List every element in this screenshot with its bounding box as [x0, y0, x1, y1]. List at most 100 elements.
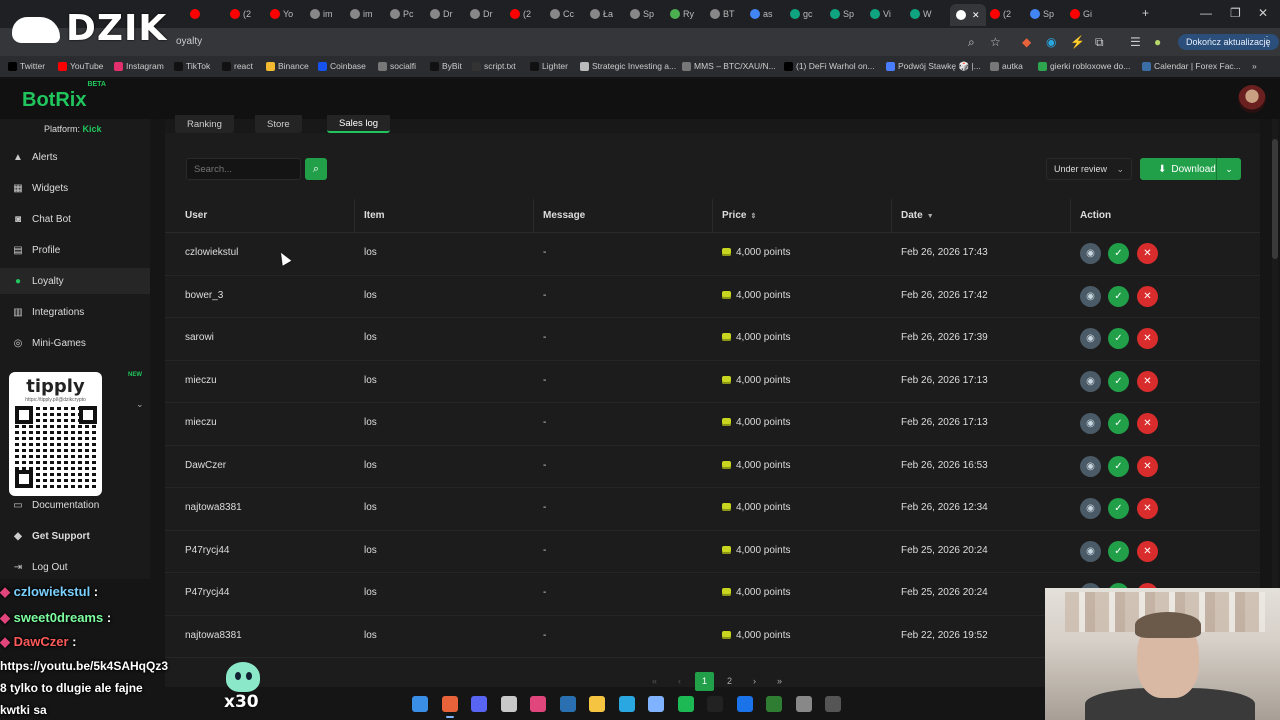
download-options-button[interactable]: ⌄: [1216, 158, 1241, 180]
url-text[interactable]: oyalty: [176, 36, 202, 47]
approve-button[interactable]: ✓: [1108, 455, 1129, 477]
sort-desc-icon[interactable]: ▼: [927, 213, 934, 220]
bookmark-item[interactable]: (1) DeFi Warhol on...: [784, 61, 875, 71]
extensions-puzzle-icon[interactable]: ⧉: [1095, 35, 1104, 50]
sidebar-item-widgets[interactable]: ▦ Widgets: [0, 175, 150, 201]
taskbar-app-icon[interactable]: [648, 696, 664, 712]
browser-tab[interactable]: (2: [230, 6, 251, 22]
bookmark-item[interactable]: MMS – BTC/XAU/N...: [682, 61, 776, 71]
view-button[interactable]: ◉: [1080, 413, 1101, 434]
reading-list-icon[interactable]: ☰: [1130, 35, 1141, 49]
extension-icon[interactable]: ◆: [1022, 35, 1031, 49]
browser-menu-icon[interactable]: ⋮: [1262, 35, 1272, 46]
taskbar-app-icon[interactable]: [618, 696, 635, 712]
browser-tab[interactable]: as: [750, 6, 773, 22]
approve-button[interactable]: ✓: [1108, 540, 1129, 562]
bookmark-item[interactable]: Binance: [266, 61, 309, 71]
reject-button[interactable]: ✕: [1137, 413, 1158, 434]
maximize-button[interactable]: ❐: [1230, 6, 1241, 20]
sort-icon[interactable]: ⇕: [750, 213, 756, 220]
bookmark-item[interactable]: Strategic Investing a...: [580, 61, 676, 71]
taskbar-app-icon[interactable]: [677, 696, 694, 712]
browser-tab[interactable]: Vi: [870, 6, 891, 22]
reject-button[interactable]: ✕: [1137, 540, 1158, 562]
taskbar-app-icon[interactable]: [500, 696, 517, 712]
reject-button[interactable]: ✕: [1137, 328, 1158, 349]
taskbar-app-icon[interactable]: [825, 696, 841, 712]
first-page-button[interactable]: «: [645, 672, 664, 691]
bookmark-item[interactable]: Coinbase: [318, 61, 366, 71]
chevron-down-icon[interactable]: ⌄: [136, 399, 144, 410]
browser-tab[interactable]: im: [350, 6, 373, 22]
browser-tab[interactable]: Ła: [590, 6, 613, 22]
taskbar-app-icon[interactable]: [559, 696, 576, 712]
taskbar-app-icon[interactable]: [795, 696, 812, 712]
view-button[interactable]: ◉: [1080, 540, 1101, 562]
close-window-button[interactable]: ✕: [1258, 6, 1268, 20]
view-button[interactable]: ◉: [1080, 285, 1101, 307]
bookmark-item[interactable]: Instagram: [114, 61, 164, 71]
minimize-button[interactable]: —: [1200, 6, 1212, 20]
more-bookmarks-icon[interactable]: »: [1252, 61, 1257, 71]
taskbar-app-icon[interactable]: [736, 696, 753, 712]
browser-tab[interactable]: BT: [710, 6, 735, 22]
approve-button[interactable]: ✓: [1108, 498, 1129, 519]
reject-button[interactable]: ✕: [1137, 498, 1158, 519]
sidebar-item-mini-games[interactable]: ◎ Mini-Games: [0, 330, 150, 356]
taskbar-app-icon[interactable]: [707, 696, 723, 712]
new-tab-button[interactable]: +: [1142, 6, 1149, 20]
bookmark-item[interactable]: gierki robloxowe do...: [1038, 61, 1130, 71]
sidebar-item-alerts[interactable]: ▲ Alerts: [0, 144, 150, 170]
browser-tab[interactable]: Yo: [270, 6, 293, 22]
browser-tab[interactable]: ✕: [950, 4, 986, 26]
view-button[interactable]: ◉: [1080, 498, 1101, 519]
approve-button[interactable]: ✓: [1108, 413, 1129, 434]
page-2-button[interactable]: 2: [720, 672, 739, 691]
sidebar-item-integrations[interactable]: ▥ Integrations: [0, 299, 150, 325]
bookmark-item[interactable]: Lighter: [530, 61, 568, 71]
tab-sales-log[interactable]: Sales log: [327, 115, 391, 133]
view-button[interactable]: ◉: [1080, 328, 1101, 349]
bookmark-item[interactable]: script.txt: [472, 61, 516, 71]
search-input[interactable]: [186, 158, 301, 180]
extension-icon[interactable]: ◉: [1046, 35, 1056, 49]
browser-tab[interactable]: Sp: [830, 6, 854, 22]
download-button[interactable]: ⬇ Download ⌄: [1140, 158, 1241, 180]
sidebar-item-loyalty[interactable]: ● Loyalty: [0, 268, 150, 294]
bookmark-item[interactable]: YouTube: [58, 61, 103, 71]
avatar[interactable]: [1238, 85, 1266, 113]
browser-tab[interactable]: W: [910, 6, 932, 22]
column-header-date[interactable]: Date ▼: [901, 210, 934, 221]
browser-tab[interactable]: Pc: [390, 6, 414, 22]
next-page-button[interactable]: ›: [745, 672, 764, 691]
bookmark-star-icon[interactable]: ☆: [990, 35, 1001, 49]
zoom-icon[interactable]: ⌕: [968, 35, 975, 50]
bookmark-item[interactable]: socialfi: [378, 61, 416, 71]
bookmark-item[interactable]: autka: [990, 61, 1023, 71]
approve-button[interactable]: ✓: [1108, 328, 1129, 349]
column-header-price[interactable]: Price ⇕: [722, 210, 756, 221]
taskbar-app-icon[interactable]: [766, 696, 782, 712]
bookmark-item[interactable]: react: [222, 61, 253, 71]
tab-ranking[interactable]: Ranking: [175, 115, 234, 133]
browser-tab[interactable]: Gi: [1070, 6, 1092, 22]
page-1-button[interactable]: 1: [695, 671, 714, 691]
close-tab-icon[interactable]: ✕: [972, 10, 980, 21]
search-button[interactable]: ⌕: [305, 158, 327, 180]
extension-icon[interactable]: ⚡: [1070, 35, 1085, 49]
bookmark-item[interactable]: TikTok: [174, 61, 210, 71]
browser-tab[interactable]: Sp: [630, 6, 654, 22]
profile-icon[interactable]: ●: [1154, 35, 1161, 49]
browser-tab[interactable]: (2: [510, 6, 531, 22]
approve-button[interactable]: ✓: [1108, 285, 1129, 307]
bookmark-item[interactable]: Podwój Stawkę 🎲 |...: [886, 61, 981, 72]
browser-tab[interactable]: im: [310, 6, 333, 22]
taskbar-app-icon[interactable]: [412, 696, 428, 712]
sidebar-item-log-out[interactable]: ⇥ Log Out: [0, 554, 150, 580]
approve-button[interactable]: ✓: [1108, 243, 1129, 264]
last-page-button[interactable]: »: [770, 672, 789, 691]
browser-tab[interactable]: (2: [990, 6, 1011, 22]
browser-tab[interactable]: Sp: [1030, 6, 1054, 22]
sidebar-item-profile[interactable]: ▤ Profile: [0, 237, 150, 263]
reject-button[interactable]: ✕: [1137, 243, 1158, 264]
